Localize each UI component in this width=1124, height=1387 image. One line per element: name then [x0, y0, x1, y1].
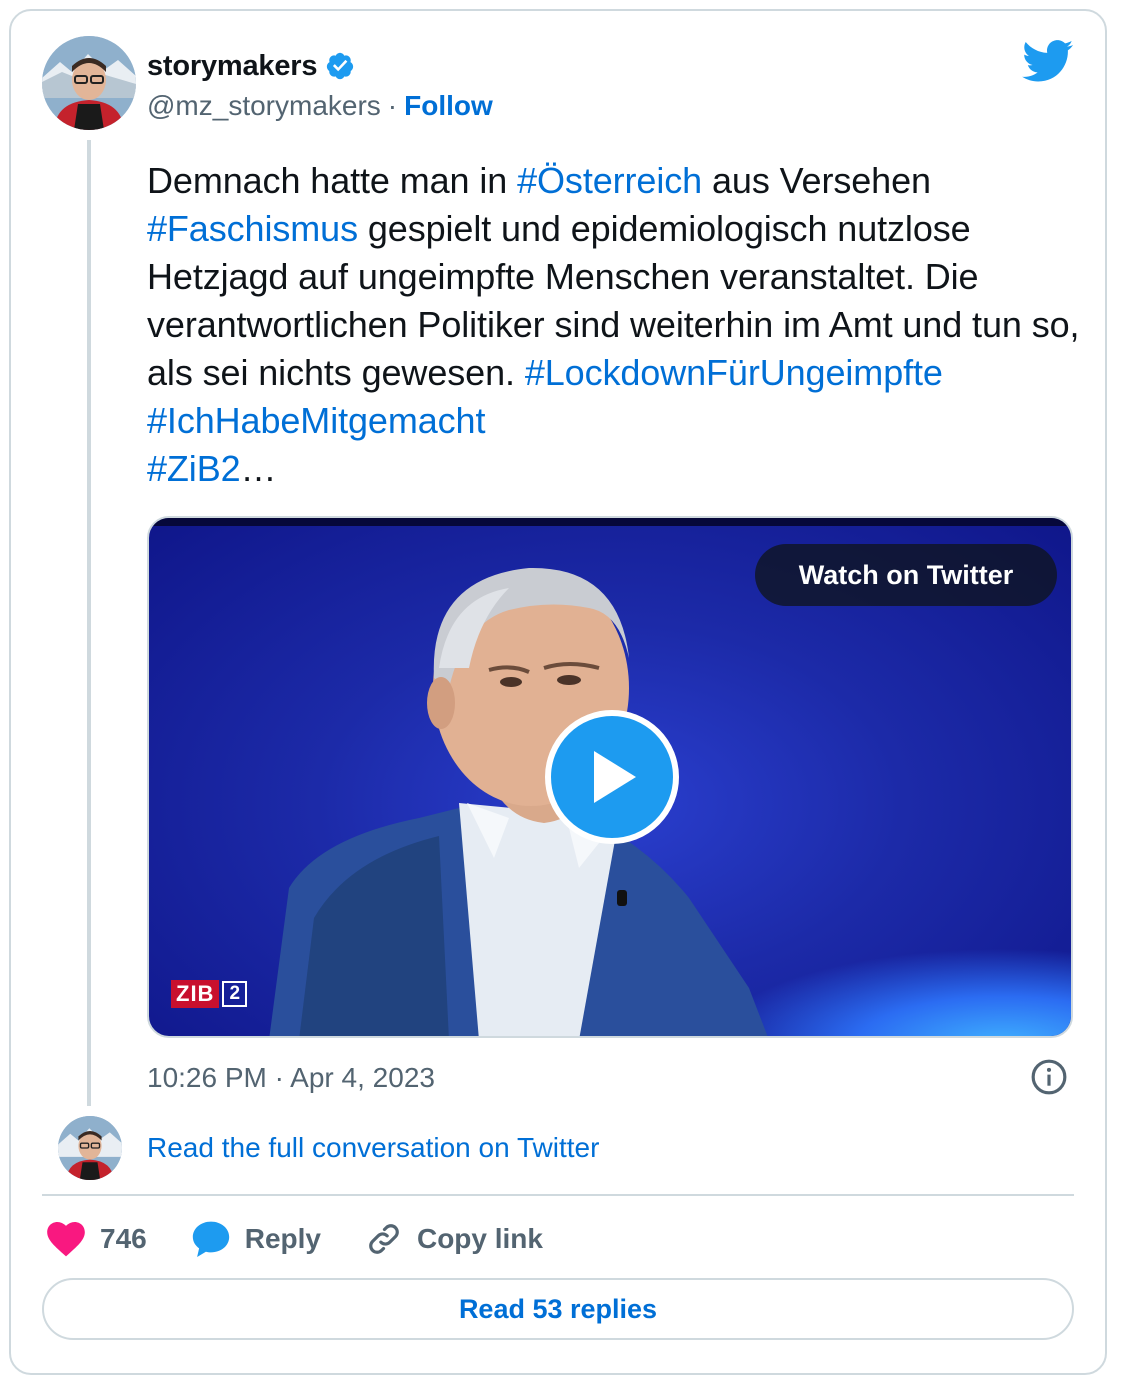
broadcast-logo-text: ZIB: [171, 980, 220, 1008]
follow-link[interactable]: Follow: [404, 90, 493, 122]
tweet-text-segment: Demnach hatte man in: [147, 160, 518, 201]
tweet-text-segment: aus Versehen: [702, 160, 931, 201]
like-button[interactable]: 746: [46, 1221, 147, 1257]
author-handle-row: @mz_storymakers · Follow: [147, 86, 493, 126]
hashtag-osterreich[interactable]: #Österreich: [517, 160, 702, 201]
link-icon: [369, 1224, 399, 1254]
author-display-name[interactable]: storymakers: [147, 50, 318, 83]
separator-dot: ·: [387, 90, 398, 121]
hashtag-ichhabemitgemacht[interactable]: #IchHabeMitgemacht: [147, 400, 485, 441]
action-bar: 746 Reply Copy link: [46, 1216, 587, 1262]
broadcast-logo-number: 2: [222, 981, 248, 1007]
reply-bubble-icon: [192, 1221, 229, 1258]
author-handle[interactable]: @mz_storymakers: [147, 90, 381, 122]
play-icon: [594, 751, 636, 803]
reply-button[interactable]: Reply: [191, 1220, 321, 1258]
read-replies-button[interactable]: Read 53 replies: [42, 1278, 1074, 1340]
author-name-row[interactable]: storymakers: [147, 46, 355, 86]
hashtag-lockdown[interactable]: #LockdownFürUngeimpfte: [525, 352, 943, 393]
thread-line: [87, 140, 91, 1106]
read-conversation-link[interactable]: Read the full conversation on Twitter: [147, 1128, 599, 1168]
like-count: 746: [100, 1223, 147, 1254]
hashtag-zib2[interactable]: #ZiB2: [147, 448, 241, 489]
verified-badge-icon: [325, 51, 355, 81]
conversation-avatar[interactable]: [58, 1116, 122, 1180]
info-icon[interactable]: [1030, 1058, 1068, 1096]
copy-link-button[interactable]: Copy link: [365, 1220, 543, 1258]
watch-on-twitter-button[interactable]: Watch on Twitter: [755, 544, 1057, 606]
heart-icon: [47, 1221, 85, 1257]
twitter-bird-icon[interactable]: [1022, 40, 1074, 82]
hashtag-faschismus[interactable]: #Faschismus: [147, 208, 358, 249]
author-avatar[interactable]: [42, 36, 136, 130]
play-button[interactable]: [545, 710, 679, 844]
reply-label: Reply: [244, 1223, 321, 1254]
copy-link-label: Copy link: [416, 1223, 543, 1254]
tweet-text: Demnach hatte man in #Österreich aus Ver…: [147, 157, 1087, 493]
broadcast-logo: ZIB 2: [171, 980, 248, 1008]
tweet-text-ellipsis: …: [240, 448, 277, 489]
divider: [42, 1194, 1074, 1196]
video-thumbnail[interactable]: Watch on Twitter ZIB 2: [147, 516, 1073, 1038]
tweet-timestamp[interactable]: 10:26 PM · Apr 4, 2023: [147, 1058, 435, 1098]
